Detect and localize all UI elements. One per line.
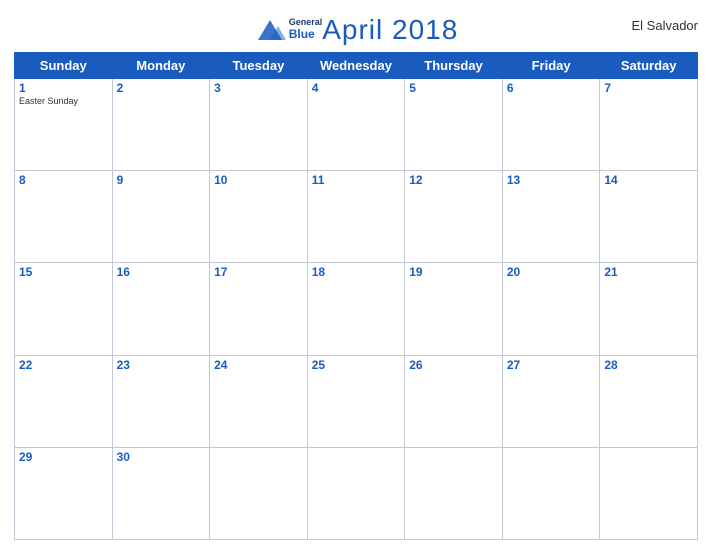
country-label: El Salvador — [632, 18, 698, 33]
col-friday: Friday — [502, 53, 600, 79]
day-number: 3 — [214, 81, 303, 95]
holiday-label: Easter Sunday — [19, 96, 108, 106]
day-number: 22 — [19, 358, 108, 372]
day-number: 23 — [117, 358, 206, 372]
day-number: 7 — [604, 81, 693, 95]
calendar-week-row: 29 30 — [15, 447, 698, 539]
calendar-table: Sunday Monday Tuesday Wednesday Thursday… — [14, 52, 698, 540]
col-sunday: Sunday — [15, 53, 113, 79]
calendar-week-row: 22 23 24 25 26 27 28 — [15, 355, 698, 447]
day-number: 1 — [19, 81, 108, 95]
logo: General Blue — [254, 14, 323, 46]
calendar-cell: 8 — [15, 171, 113, 263]
day-number: 16 — [117, 265, 206, 279]
calendar-cell: 12 — [405, 171, 503, 263]
calendar-cell: 26 — [405, 355, 503, 447]
calendar-cell — [405, 447, 503, 539]
day-number: 21 — [604, 265, 693, 279]
day-number: 13 — [507, 173, 596, 187]
calendar-cell: 21 — [600, 263, 698, 355]
calendar-cell — [600, 447, 698, 539]
logo-icon — [254, 14, 286, 46]
calendar-cell: 30 — [112, 447, 210, 539]
calendar-cell — [210, 447, 308, 539]
calendar-cell — [307, 447, 405, 539]
col-thursday: Thursday — [405, 53, 503, 79]
calendar-body: 1Easter Sunday23456789101112131415161718… — [15, 79, 698, 540]
calendar-cell: 22 — [15, 355, 113, 447]
day-number: 26 — [409, 358, 498, 372]
calendar-week-row: 15 16 17 18 19 20 21 — [15, 263, 698, 355]
weekday-header-row: Sunday Monday Tuesday Wednesday Thursday… — [15, 53, 698, 79]
day-number: 20 — [507, 265, 596, 279]
logo-text: General Blue — [289, 18, 323, 41]
calendar-cell — [502, 447, 600, 539]
day-number: 18 — [312, 265, 401, 279]
calendar-cell: 25 — [307, 355, 405, 447]
day-number: 25 — [312, 358, 401, 372]
day-number: 9 — [117, 173, 206, 187]
col-tuesday: Tuesday — [210, 53, 308, 79]
calendar-cell: 24 — [210, 355, 308, 447]
calendar-cell: 17 — [210, 263, 308, 355]
day-number: 12 — [409, 173, 498, 187]
calendar-cell: 1Easter Sunday — [15, 79, 113, 171]
day-number: 19 — [409, 265, 498, 279]
calendar-cell: 28 — [600, 355, 698, 447]
calendar-page: General Blue April 2018 El Salvador Sund… — [0, 0, 712, 550]
day-number: 11 — [312, 173, 401, 187]
calendar-cell: 10 — [210, 171, 308, 263]
calendar-cell: 23 — [112, 355, 210, 447]
calendar-cell: 6 — [502, 79, 600, 171]
calendar-cell: 3 — [210, 79, 308, 171]
calendar-cell: 15 — [15, 263, 113, 355]
day-number: 5 — [409, 81, 498, 95]
day-number: 4 — [312, 81, 401, 95]
calendar-cell: 19 — [405, 263, 503, 355]
day-number: 24 — [214, 358, 303, 372]
day-number: 10 — [214, 173, 303, 187]
col-monday: Monday — [112, 53, 210, 79]
day-number: 14 — [604, 173, 693, 187]
calendar-cell: 11 — [307, 171, 405, 263]
col-saturday: Saturday — [600, 53, 698, 79]
col-wednesday: Wednesday — [307, 53, 405, 79]
calendar-cell: 27 — [502, 355, 600, 447]
calendar-cell: 4 — [307, 79, 405, 171]
calendar-cell: 2 — [112, 79, 210, 171]
calendar-cell: 7 — [600, 79, 698, 171]
calendar-week-row: 89 10 11 12 13 14 — [15, 171, 698, 263]
day-number: 30 — [117, 450, 206, 464]
day-number: 2 — [117, 81, 206, 95]
day-number: 15 — [19, 265, 108, 279]
calendar-cell: 29 — [15, 447, 113, 539]
day-number: 29 — [19, 450, 108, 464]
calendar-cell: 14 — [600, 171, 698, 263]
calendar-cell: 20 — [502, 263, 600, 355]
day-number: 6 — [507, 81, 596, 95]
title-block: April 2018 — [322, 14, 458, 46]
calendar-week-row: 1Easter Sunday 234567 — [15, 79, 698, 171]
day-number: 17 — [214, 265, 303, 279]
calendar-cell: 18 — [307, 263, 405, 355]
calendar-cell: 16 — [112, 263, 210, 355]
calendar-header: General Blue April 2018 El Salvador — [14, 10, 698, 46]
calendar-cell: 5 — [405, 79, 503, 171]
calendar-cell: 13 — [502, 171, 600, 263]
day-number: 8 — [19, 173, 108, 187]
logo-blue-text: Blue — [289, 28, 323, 41]
calendar-cell: 9 — [112, 171, 210, 263]
day-number: 28 — [604, 358, 693, 372]
day-number: 27 — [507, 358, 596, 372]
calendar-title: April 2018 — [322, 14, 458, 46]
